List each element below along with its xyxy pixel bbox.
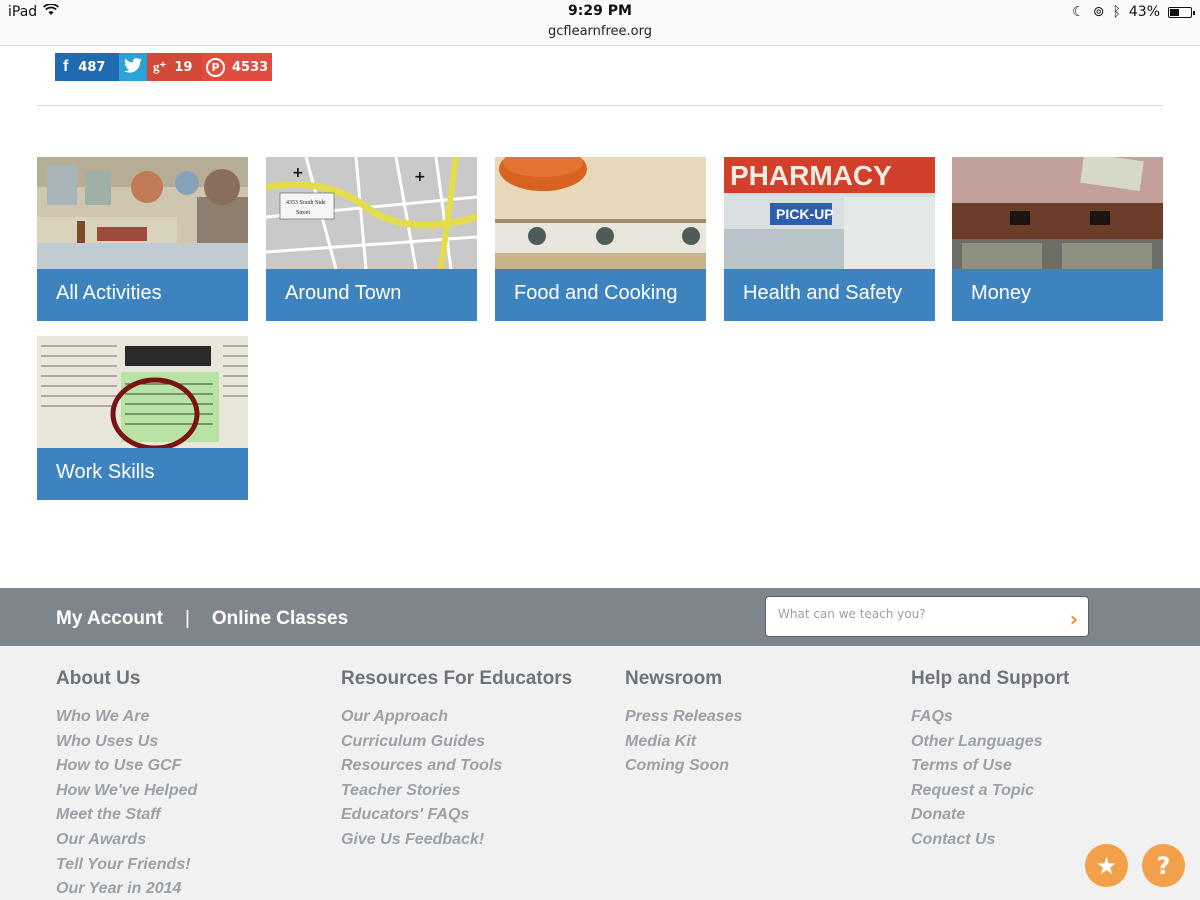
footer-links: FAQs Other Languages Terms of Use Reques… <box>911 708 1069 856</box>
tile-label: Around Town <box>285 282 402 304</box>
googleplus-count: 19 <box>174 59 193 75</box>
tile-image-food-and-cooking <box>495 157 706 269</box>
tile-work-skills[interactable]: Work Skills <box>37 336 248 500</box>
battery-percent: 43% <box>1128 4 1160 20</box>
footer-link[interactable]: Meet the Staff <box>56 806 197 831</box>
footer-link[interactable]: Other Languages <box>911 733 1069 758</box>
footer-link[interactable]: Request a Topic <box>911 782 1069 807</box>
footer-link[interactable]: Give Us Feedback! <box>341 831 572 856</box>
footer-heading: Help and Support <box>911 668 1070 689</box>
twitter-share-button[interactable] <box>119 53 147 81</box>
tile-image-around-town: 4353 South Side Street + + <box>266 157 477 269</box>
my-account-link[interactable]: My Account <box>56 608 163 630</box>
googleplus-icon: g⁺ <box>153 59 167 74</box>
footer-link[interactable]: Who Uses Us <box>56 733 197 758</box>
footer-link[interactable]: Coming Soon <box>625 757 742 782</box>
tile-label: Health and Safety <box>743 282 902 304</box>
facebook-icon: f <box>63 58 69 75</box>
status-right: ☾ ⊚ ᛒ 43% <box>1072 4 1195 20</box>
pinterest-icon: P <box>206 57 225 77</box>
footer-link[interactable]: How We've Helped <box>56 782 197 807</box>
svg-text:PHARMACY: PHARMACY <box>730 160 892 191</box>
footer-link[interactable]: Our Year in 2014 <box>56 880 197 900</box>
svg-text:Street: Street <box>296 210 310 216</box>
footer-col-newsroom: Newsroom Press Releases Media Kit Coming… <box>625 668 742 782</box>
url-bar[interactable]: gcflearnfree.org <box>0 24 1200 39</box>
question-icon: ? <box>1156 851 1171 880</box>
tile-label: Money <box>971 282 1032 304</box>
status-bar: iPad 9:29 PM gcflearnfree.org ☾ ⊚ ᛒ 43% <box>0 0 1200 46</box>
footer-link[interactable]: FAQs <box>911 708 1069 733</box>
footer: About Us Who We Are Who Uses Us How to U… <box>0 646 1200 900</box>
pinterest-count: 4533 <box>232 59 269 75</box>
link-separator: | <box>184 608 190 629</box>
tile-image-all-activities <box>37 157 248 269</box>
tile-label: Work Skills <box>56 461 155 483</box>
facebook-count: 487 <box>78 59 106 75</box>
favorites-button[interactable]: ★ <box>1085 844 1128 887</box>
search-box: › <box>765 596 1089 637</box>
chevron-right-icon[interactable]: › <box>1070 607 1078 631</box>
battery-fill <box>1170 8 1180 16</box>
bluetooth-icon: ᛒ <box>1112 4 1121 20</box>
footer-links: Who We Are Who Uses Us How to Use GCF Ho… <box>56 708 197 900</box>
footer-link[interactable]: Terms of Use <box>911 757 1069 782</box>
tile-food-and-cooking[interactable]: Food and Cooking <box>495 157 706 321</box>
tile-image-work-skills <box>37 336 248 448</box>
footer-link[interactable]: Press Releases <box>625 708 742 733</box>
footer-link[interactable]: How to Use GCF <box>56 757 197 782</box>
tile-label: Food and Cooking <box>514 282 678 304</box>
footer-heading: Newsroom <box>625 668 723 689</box>
footer-links: Our Approach Curriculum Guides Resources… <box>341 708 572 856</box>
battery-icon <box>1168 6 1195 18</box>
footer-link[interactable]: Teacher Stories <box>341 782 572 807</box>
tile-image-health-and-safety: PHARMACY PICK-UP <box>724 157 935 269</box>
footer-col-educators: Resources For Educators Our Approach Cur… <box>341 668 572 856</box>
tile-all-activities[interactable]: All Activities <box>37 157 248 321</box>
help-button[interactable]: ? <box>1142 844 1185 887</box>
footer-heading: About Us <box>56 668 141 689</box>
svg-text:PICK-UP: PICK-UP <box>776 206 834 222</box>
footer-links: Press Releases Media Kit Coming Soon <box>625 708 742 782</box>
footer-bar: My Account | Online Classes › <box>0 588 1200 646</box>
footer-link[interactable]: Our Awards <box>56 831 197 856</box>
online-classes-link[interactable]: Online Classes <box>212 608 348 630</box>
tile-health-and-safety[interactable]: PHARMACY PICK-UP Health and Safety <box>724 157 935 321</box>
svg-text:+: + <box>414 169 426 185</box>
clock: 9:29 PM <box>568 3 632 19</box>
facebook-share-button[interactable]: f 487 <box>55 53 119 81</box>
footer-link[interactable]: Contact Us <box>911 831 1069 856</box>
star-icon: ★ <box>1095 851 1118 880</box>
footer-bar-links: My Account | Online Classes <box>56 608 348 630</box>
googleplus-share-button[interactable]: g⁺ 19 <box>147 53 202 81</box>
footer-link[interactable]: Tell Your Friends! <box>56 856 197 881</box>
footer-link[interactable]: Our Approach <box>341 708 572 733</box>
footer-link[interactable]: Resources and Tools <box>341 757 572 782</box>
footer-heading: Resources For Educators <box>341 668 573 689</box>
footer-col-about: About Us Who We Are Who Uses Us How to U… <box>56 668 197 900</box>
footer-link[interactable]: Media Kit <box>625 733 742 758</box>
footer-link[interactable]: Donate <box>911 806 1069 831</box>
twitter-icon <box>124 57 142 77</box>
tile-label: All Activities <box>56 282 162 304</box>
tile-money[interactable]: Money <box>952 157 1163 321</box>
divider <box>37 105 1163 106</box>
pinterest-share-button[interactable]: P 4533 <box>202 53 272 81</box>
search-input[interactable] <box>778 607 1048 621</box>
svg-text:4353 South Side: 4353 South Side <box>286 200 326 206</box>
tile-image-money <box>952 157 1163 269</box>
share-bar: f 487 g⁺ 19 P 4533 <box>55 53 272 81</box>
footer-link[interactable]: Educators' FAQs <box>341 806 572 831</box>
footer-link[interactable]: Curriculum Guides <box>341 733 572 758</box>
rotation-lock-icon: ⊚ <box>1092 4 1105 20</box>
moon-icon: ☾ <box>1072 4 1085 20</box>
footer-link[interactable]: Who We Are <box>56 708 197 733</box>
tile-around-town[interactable]: 4353 South Side Street + + Around Town <box>266 157 477 321</box>
footer-col-help: Help and Support FAQs Other Languages Te… <box>911 668 1069 856</box>
svg-text:+: + <box>292 165 304 181</box>
